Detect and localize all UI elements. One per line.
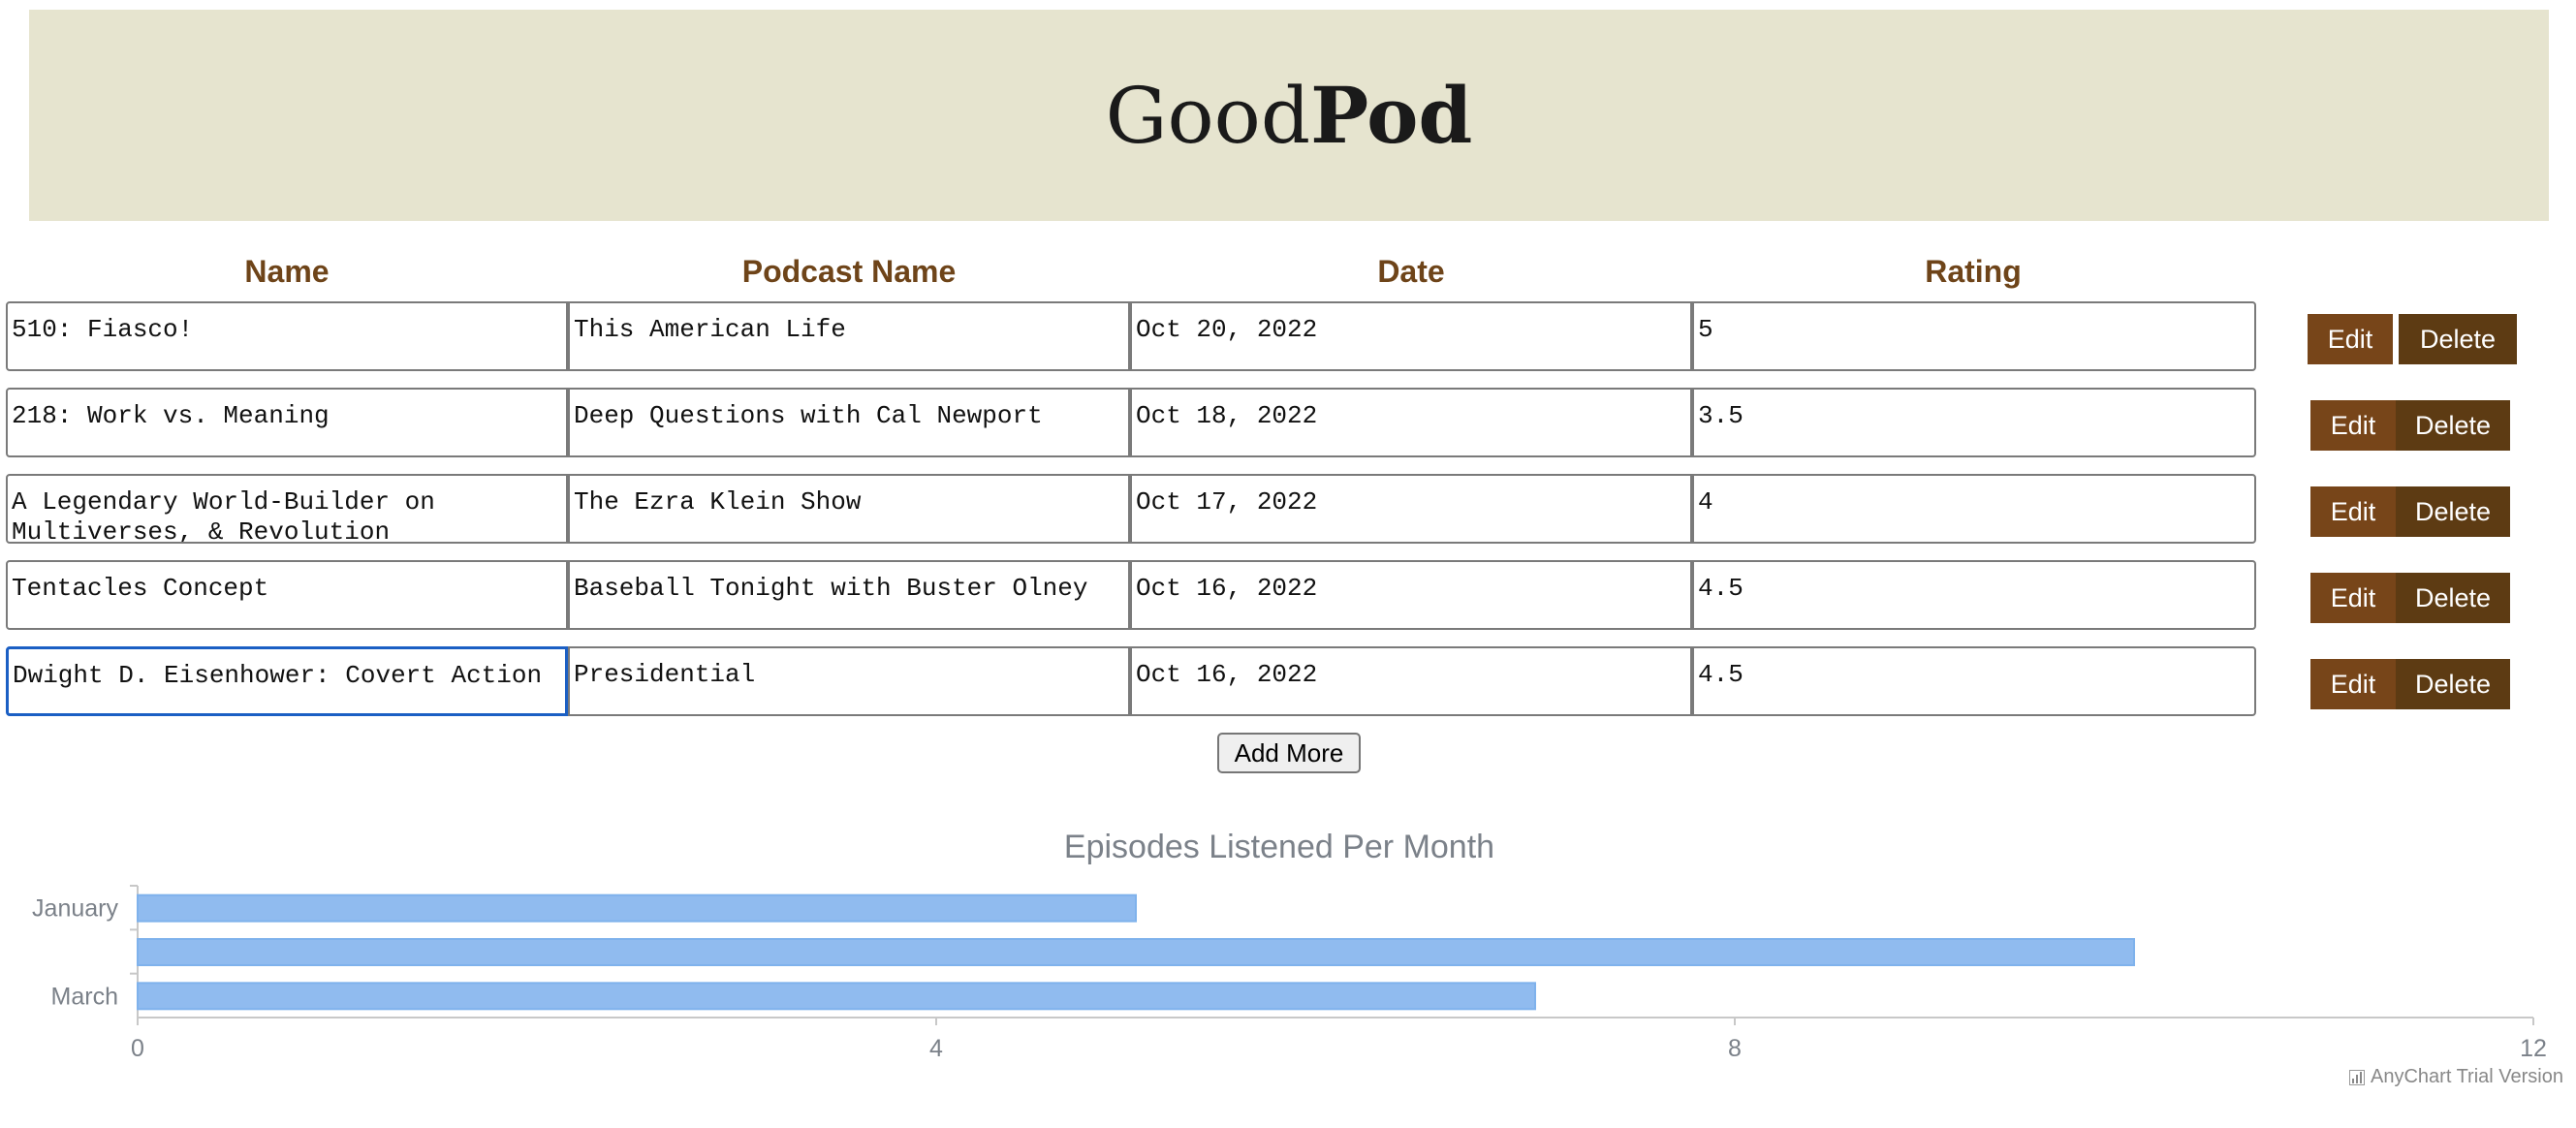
podcast-name-input[interactable]: Baseball Tonight with Buster Olney (568, 560, 1130, 630)
bar-chart: January March 0 4 8 12 (32, 885, 2547, 1062)
edit-button[interactable]: Edit (2310, 573, 2396, 623)
app-header: GoodPod (29, 10, 2549, 221)
edit-button[interactable]: Edit (2308, 314, 2393, 364)
y-tick-label: March (51, 983, 118, 1010)
episode-name-input[interactable]: 218: Work vs. Meaning (6, 388, 568, 457)
podcast-name-input[interactable]: Presidential (568, 646, 1130, 716)
episode-name-input[interactable]: Tentacles Concept (6, 560, 568, 630)
anychart-watermark[interactable]: AnyChart Trial Version (2349, 1066, 2563, 1088)
episode-name-input[interactable]: 510: Fiasco! (6, 301, 568, 371)
logo-regular: Good (1105, 71, 1311, 161)
podcast-name-input[interactable]: The Ezra Klein Show (568, 474, 1130, 544)
add-more-button[interactable]: Add More (1217, 733, 1361, 773)
edit-button[interactable]: Edit (2310, 486, 2396, 537)
x-tick-label: 4 (929, 1035, 943, 1062)
column-header-rating: Rating (1925, 254, 2022, 289)
watermark-text: AnyChart Trial Version (2371, 1066, 2563, 1087)
delete-button[interactable]: Delete (2396, 659, 2510, 709)
rating-input[interactable]: 4.5 (1692, 560, 2256, 630)
bar[interactable] (137, 982, 1536, 1011)
column-header-date: Date (1377, 254, 1445, 289)
date-input[interactable]: Oct 18, 2022 (1130, 388, 1692, 457)
rating-input[interactable]: 5 (1692, 301, 2256, 371)
app-logo: GoodPod (1106, 70, 1473, 161)
x-tick-label: 12 (2520, 1035, 2547, 1062)
edit-button[interactable]: Edit (2310, 659, 2396, 709)
delete-button[interactable]: Delete (2399, 314, 2517, 364)
rating-input[interactable]: 4 (1692, 474, 2256, 544)
bar[interactable] (137, 938, 2135, 966)
podcast-name-input[interactable]: Deep Questions with Cal Newport (568, 388, 1130, 457)
episode-name-input[interactable]: A Legendary World-Builder on Multiverses… (6, 474, 568, 544)
date-input[interactable]: Oct 16, 2022 (1130, 646, 1692, 716)
delete-button[interactable]: Delete (2396, 573, 2510, 623)
episode-name-input[interactable]: Dwight D. Eisenhower: Covert Action (6, 646, 568, 716)
logo-bold: Pod (1310, 70, 1473, 161)
podcast-name-input[interactable]: This American Life (568, 301, 1130, 371)
delete-button[interactable]: Delete (2396, 486, 2510, 537)
x-tick-label: 0 (131, 1035, 144, 1062)
y-tick-label: January (32, 895, 118, 923)
chart-logo-icon (2349, 1069, 2365, 1085)
chart-title: Episodes Listened Per Month (1063, 829, 1495, 865)
rating-input[interactable]: 4.5 (1692, 646, 2256, 716)
edit-button[interactable]: Edit (2310, 400, 2396, 451)
date-input[interactable]: Oct 20, 2022 (1130, 301, 1692, 371)
date-input[interactable]: Oct 16, 2022 (1130, 560, 1692, 630)
bar[interactable] (137, 893, 1137, 923)
delete-button[interactable]: Delete (2396, 400, 2510, 451)
date-input[interactable]: Oct 17, 2022 (1130, 474, 1692, 544)
x-tick-label: 8 (1728, 1035, 1742, 1062)
rating-input[interactable]: 3.5 (1692, 388, 2256, 457)
column-header-podcast-name: Podcast Name (741, 254, 957, 289)
column-header-name: Name (244, 254, 330, 289)
